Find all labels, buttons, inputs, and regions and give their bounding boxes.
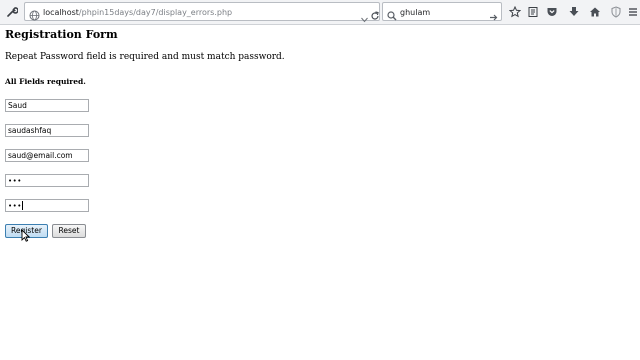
tools-icon[interactable] bbox=[3, 3, 21, 21]
globe-icon bbox=[29, 6, 40, 25]
url-bar[interactable]: localhost/phpin15days/day7/display_error… bbox=[24, 2, 380, 23]
menu-icon[interactable] bbox=[624, 3, 640, 21]
name-field[interactable] bbox=[5, 99, 89, 112]
error-message: Repeat Password field is required and mu… bbox=[5, 52, 285, 62]
text-caret bbox=[22, 201, 23, 210]
reload-icon[interactable] bbox=[370, 6, 380, 25]
arrow-right-icon[interactable] bbox=[489, 7, 498, 26]
mouse-pointer-icon bbox=[21, 227, 31, 246]
pocket-icon[interactable] bbox=[543, 3, 561, 21]
reader-icon[interactable] bbox=[524, 3, 542, 21]
reset-button[interactable]: Reset bbox=[52, 224, 86, 238]
url-text[interactable]: localhost/phpin15days/day7/display_error… bbox=[43, 5, 232, 20]
repeat-password-field[interactable] bbox=[5, 199, 89, 212]
email-field[interactable] bbox=[5, 149, 89, 162]
url-path: /phpin15days/day7/display_errors.php bbox=[78, 8, 233, 17]
search-icon bbox=[387, 6, 397, 25]
star-icon[interactable] bbox=[506, 3, 524, 21]
browser-toolbar: localhost/phpin15days/day7/display_error… bbox=[0, 0, 640, 25]
required-note: All Fields required. bbox=[5, 77, 86, 86]
home-icon[interactable] bbox=[586, 3, 604, 21]
search-input[interactable]: ghulam bbox=[400, 5, 430, 20]
page-title: Registration Form bbox=[5, 28, 118, 41]
search-bar[interactable]: ghulam bbox=[382, 2, 502, 21]
download-icon[interactable] bbox=[565, 3, 583, 21]
shield-icon[interactable] bbox=[607, 3, 625, 21]
url-host: localhost bbox=[43, 8, 79, 17]
username-field[interactable] bbox=[5, 124, 89, 137]
password-field[interactable] bbox=[5, 174, 89, 187]
chevron-down-icon[interactable] bbox=[361, 8, 368, 27]
